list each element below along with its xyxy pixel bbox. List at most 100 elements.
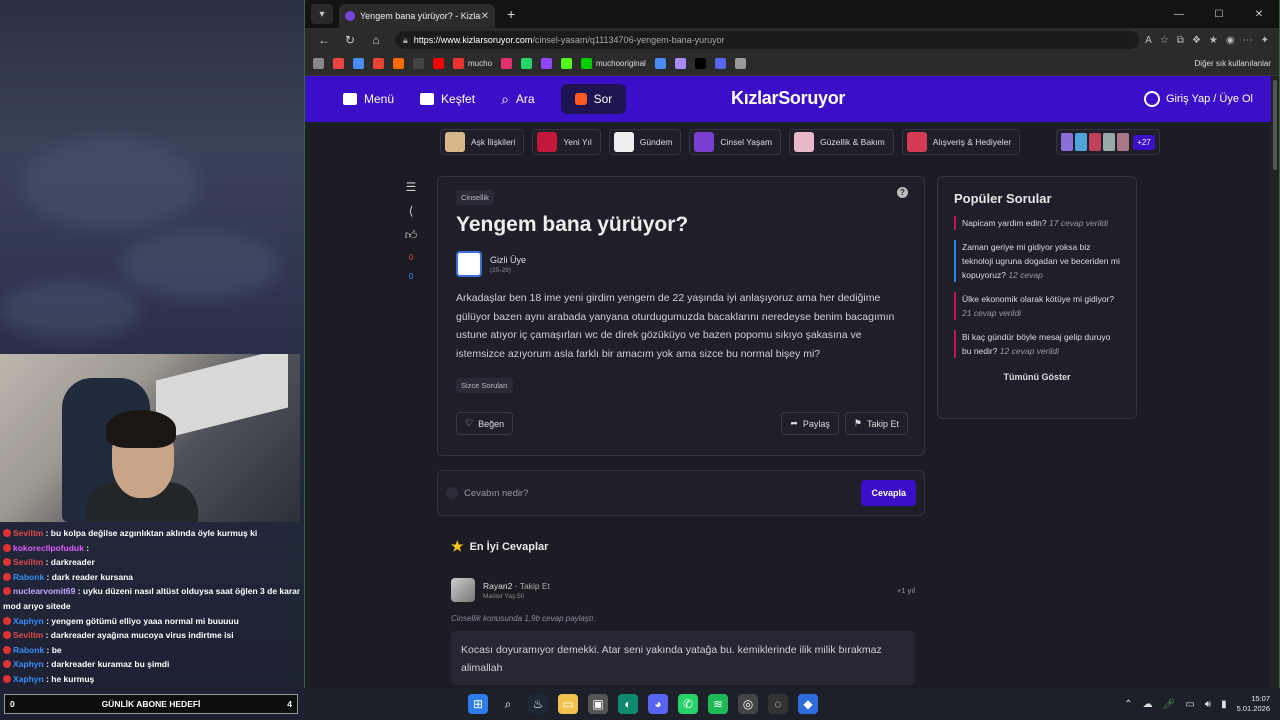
bookmark-item[interactable]: muchooriginal bbox=[581, 58, 646, 69]
bookmark-item[interactable] bbox=[734, 58, 746, 69]
bookmark-item[interactable] bbox=[561, 58, 573, 69]
app-icon[interactable]: ◌ bbox=[768, 694, 788, 714]
chat-username[interactable]: Xaphyn bbox=[13, 616, 44, 626]
clock[interactable]: 15:07 5.01.2026 bbox=[1237, 694, 1270, 714]
bookmark-item[interactable] bbox=[333, 58, 344, 69]
answer-user[interactable]: Rayan2 bbox=[483, 581, 512, 591]
bookmark-item[interactable] bbox=[694, 58, 706, 69]
steam-icon[interactable]: ♨ bbox=[528, 694, 548, 714]
chat-username[interactable]: nuclearvomit69 bbox=[13, 586, 75, 596]
popular-question-item[interactable]: Ülke ekonomik olarak kötüye mi gidiyor? … bbox=[954, 292, 1120, 320]
app-icon[interactable]: ◆ bbox=[798, 694, 818, 714]
url-field[interactable]: 🔒︎ https://www.kizlarsoruyor.com /cinsel… bbox=[395, 31, 1140, 49]
chat-username[interactable]: kokorecllpofuduk bbox=[13, 543, 84, 553]
app-icon[interactable]: ◎ bbox=[738, 694, 758, 714]
popular-question-item[interactable]: Bi kaç gündür böyle mesaj gelip duruyo b… bbox=[954, 330, 1120, 358]
bookmark-item[interactable] bbox=[433, 58, 444, 69]
category-chip[interactable]: Alışveriş & Hediyeler bbox=[901, 129, 1021, 155]
chat-username[interactable]: Seviltm bbox=[13, 630, 43, 640]
refresh-icon[interactable]: ↻ bbox=[337, 33, 363, 47]
chat-username[interactable]: Xaphyn bbox=[13, 659, 44, 669]
bookmark-item[interactable] bbox=[413, 58, 424, 69]
favorites-icon[interactable]: ★ bbox=[1209, 35, 1218, 46]
battery-icon[interactable]: ▮ bbox=[1221, 699, 1227, 710]
bookmark-item[interactable] bbox=[674, 58, 686, 69]
bookmark-item[interactable] bbox=[393, 58, 404, 69]
bookmark-item[interactable] bbox=[521, 58, 533, 69]
more-icon[interactable]: ⋯ bbox=[1243, 35, 1253, 46]
search-button[interactable]: ⌕ Ara bbox=[501, 91, 535, 108]
answer-avatar[interactable] bbox=[451, 578, 475, 602]
follow-button[interactable]: ⚑ Takip Et bbox=[844, 412, 908, 435]
ask-button[interactable]: Sor bbox=[560, 84, 627, 114]
add-to-list-icon[interactable]: ☰ bbox=[406, 180, 417, 194]
help-icon[interactable]: ? bbox=[897, 187, 908, 198]
category-tag[interactable]: Cinsellik bbox=[456, 190, 494, 205]
maximize-icon[interactable]: ☐ bbox=[1199, 0, 1239, 28]
cloud-icon[interactable]: ☁ bbox=[1143, 699, 1153, 710]
tray-chevron-icon[interactable]: ⌃ bbox=[1124, 699, 1132, 710]
show-all-link[interactable]: Tümünü Göster bbox=[954, 372, 1120, 382]
store-icon[interactable]: ▣ bbox=[588, 694, 608, 714]
new-tab-button[interactable]: + bbox=[507, 6, 515, 22]
folder-icon[interactable]: ▭ bbox=[558, 694, 578, 714]
chat-username[interactable]: Rabonk bbox=[13, 572, 44, 582]
search-icon[interactable]: ⌕ bbox=[498, 694, 518, 714]
bookmark-item[interactable] bbox=[501, 58, 513, 69]
tab-actions-button[interactable]: ▾ bbox=[311, 4, 333, 24]
speaker-icon[interactable]: 🔊︎ bbox=[1205, 699, 1211, 710]
category-chip[interactable]: Aşk İlişkileri bbox=[440, 129, 525, 155]
page-scrollbar[interactable] bbox=[1271, 76, 1279, 688]
popular-question-item[interactable]: Napicam yardim edin? 17 cevap verildi bbox=[954, 216, 1120, 230]
close-window-icon[interactable]: ✕ bbox=[1239, 0, 1279, 28]
active-tab[interactable]: Yengem bana yürüyor? - KizlarSor ✕ bbox=[339, 4, 495, 28]
chat-username[interactable]: Rabonk bbox=[13, 645, 44, 655]
category-chip[interactable]: Gündem bbox=[608, 129, 682, 155]
popular-question-item[interactable]: Zaman geriye mi gidiyor yoksa biz teknol… bbox=[954, 240, 1120, 282]
bookmark-item[interactable] bbox=[353, 58, 364, 69]
bookmark-item[interactable] bbox=[541, 58, 553, 69]
copilot-icon[interactable]: ✦ bbox=[1261, 35, 1269, 46]
bookmark-item[interactable]: mucho bbox=[453, 58, 492, 69]
extensions-icon[interactable]: ⧉ bbox=[1177, 35, 1184, 46]
home-icon[interactable]: ⌂ bbox=[363, 33, 389, 47]
whatsapp-icon[interactable]: ✆ bbox=[678, 694, 698, 714]
scrollbar-thumb[interactable] bbox=[1273, 80, 1277, 170]
share-icon[interactable]: ⟨ bbox=[409, 204, 414, 218]
read-aloud-icon[interactable]: A bbox=[1145, 35, 1152, 46]
category-chip[interactable]: Güzellik & Bakım bbox=[789, 129, 894, 155]
bookmark-item[interactable] bbox=[373, 58, 384, 69]
mic-icon[interactable]: 🎤︎ bbox=[1163, 699, 1176, 710]
share-button[interactable]: ➦ Paylaş bbox=[781, 412, 839, 435]
like-button[interactable]: ♡ Beğen bbox=[456, 412, 514, 435]
favorite-star-icon[interactable]: ☆ bbox=[1160, 35, 1169, 46]
close-tab-icon[interactable]: ✕ bbox=[481, 11, 489, 22]
chat-username[interactable]: Xaphyn bbox=[13, 674, 44, 684]
bookmark-item[interactable] bbox=[714, 58, 726, 69]
explore-button[interactable]: Keşfet bbox=[420, 92, 475, 106]
category-chip[interactable]: Cinsel Yaşam bbox=[689, 129, 782, 155]
answer-input[interactable]: Cevabın nedir? bbox=[446, 487, 861, 499]
other-bookmarks[interactable]: Diğer sık kullanılanlar bbox=[1195, 59, 1271, 68]
login-button[interactable]: Giriş Yap / Üye Ol bbox=[1143, 91, 1253, 107]
bookmark-item[interactable] bbox=[654, 58, 666, 69]
profile-icon[interactable]: ◉ bbox=[1226, 35, 1235, 46]
edge-icon[interactable]: ◐ bbox=[618, 694, 638, 714]
spotify-icon[interactable]: ≋ bbox=[708, 694, 728, 714]
chat-username[interactable]: Seviltm bbox=[13, 528, 43, 538]
category-chip[interactable]: Yeni Yıl bbox=[532, 129, 601, 155]
follow-user-link[interactable]: Takip Et bbox=[520, 581, 550, 591]
more-categories-button[interactable]: +27 bbox=[1056, 129, 1160, 155]
thumbs-up-icon[interactable]: 👍︎ bbox=[405, 228, 418, 243]
chat-username[interactable]: Seviltm bbox=[13, 557, 43, 567]
menu-button[interactable]: Menü bbox=[343, 92, 394, 106]
collections-icon[interactable]: ❖ bbox=[1192, 35, 1201, 46]
minimize-icon[interactable]: — bbox=[1159, 0, 1199, 28]
submit-answer-button[interactable]: Cevapla bbox=[861, 480, 916, 506]
display-icon[interactable]: ▭ bbox=[1185, 699, 1194, 710]
bookmark-item[interactable] bbox=[313, 58, 324, 69]
site-logo[interactable]: KızlarSoruyor bbox=[731, 88, 845, 109]
back-icon[interactable]: ← bbox=[311, 33, 337, 47]
discord-icon[interactable]: ◕ bbox=[648, 694, 668, 714]
question-tag[interactable]: Sizce Soruları bbox=[456, 378, 513, 394]
